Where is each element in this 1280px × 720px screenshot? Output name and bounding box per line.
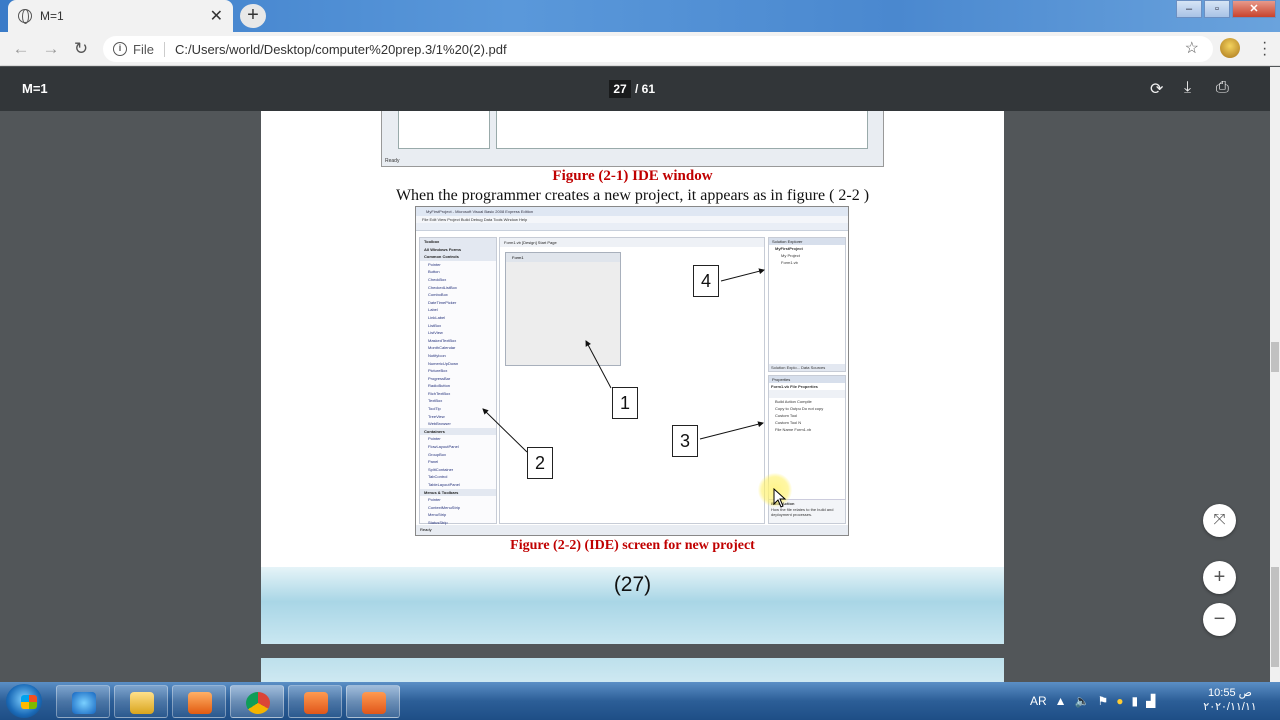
globe-icon [18, 9, 32, 24]
pdf-page: Ready Figure (2-1) IDE window When the p… [261, 111, 1004, 644]
back-icon[interactable]: ← [6, 39, 36, 59]
system-clock[interactable]: 10:55 ص ٢٠٢٠/١١/١١ [1200, 686, 1260, 714]
arrow-4 [720, 268, 765, 282]
reload-icon[interactable]: ↻ [66, 39, 96, 59]
address-url[interactable]: C:/Users/world/Desktop/computer%20prep.3… [175, 42, 507, 57]
arrow-2 [482, 408, 528, 453]
windows-logo-icon [21, 695, 37, 709]
tab-strip: M=1 ✕ + – ▫ ✕ [0, 0, 1280, 32]
callout-arrows [482, 268, 765, 453]
minimize-button[interactable]: – [1176, 0, 1202, 18]
tray-expand-icon[interactable]: ▲ [1055, 694, 1067, 708]
taskbar-screenshot-app[interactable] [288, 685, 342, 718]
pdf-viewer[interactable]: Ready Figure (2-1) IDE window When the p… [0, 111, 1270, 682]
page-total: / 61 [635, 82, 656, 96]
taskbar-media[interactable] [172, 685, 226, 718]
mouse-pointer-icon [773, 488, 787, 508]
callout-2: 2 [527, 447, 553, 479]
close-window-button[interactable]: ✕ [1232, 0, 1276, 18]
callout-4: 4 [693, 265, 719, 297]
pdf-toolbar: M=1 27 / 61 ⟳ ⤓ ⎙ [0, 67, 1270, 111]
browser-tab[interactable]: M=1 ✕ [8, 0, 233, 32]
download-icon[interactable]: ⤓ [1184, 79, 1191, 97]
profile-avatar[interactable] [1220, 38, 1240, 58]
print-icon[interactable]: ⎙ [1216, 79, 1229, 97]
arrow-1 [585, 340, 612, 389]
taskbar-recorder-app[interactable] [346, 685, 400, 718]
folder-icon [130, 692, 154, 714]
info-icon[interactable]: i [113, 42, 127, 56]
zoom-in-button[interactable]: + [1203, 561, 1236, 594]
address-bar[interactable]: i File C:/Users/world/Desktop/computer%2… [103, 36, 1213, 62]
bookmark-star-icon[interactable]: ☆ [1185, 38, 1199, 58]
fit-to-page-button[interactable]: ⤧ [1203, 504, 1236, 537]
page-scrollbar[interactable] [1270, 67, 1280, 682]
maximize-button[interactable]: ▫ [1204, 0, 1230, 18]
flag-icon[interactable]: ⚑ [1098, 694, 1109, 708]
start-button[interactable] [6, 684, 42, 718]
app-tray-icon[interactable]: ● [1116, 694, 1123, 708]
scrollbar-thumb[interactable] [1271, 342, 1279, 372]
callout-1: 1 [612, 387, 638, 419]
browser-toolbar: ← → ↻ i File C:/Users/world/Desktop/comp… [0, 32, 1280, 66]
figure-2-2-caption: Figure (2-2) (IDE) screen for new projec… [510, 538, 755, 553]
tab-title: M=1 [40, 9, 64, 23]
tab-close-icon[interactable]: ✕ [210, 6, 223, 26]
forward-icon[interactable]: → [36, 39, 66, 59]
taskbar-explorer[interactable] [114, 685, 168, 718]
language-indicator[interactable]: AR [1030, 694, 1047, 708]
arrow-3 [699, 421, 764, 440]
scrollbar-track-marker [1271, 567, 1279, 667]
signal-icon[interactable]: ▟ [1146, 694, 1155, 708]
page-number: (27) [613, 573, 652, 596]
pdf-title: M=1 [22, 81, 48, 96]
chrome-icon [246, 692, 270, 714]
network-icon[interactable]: ▮ [1132, 694, 1139, 708]
next-pdf-page [261, 658, 1004, 682]
taskbar-ie[interactable] [56, 685, 110, 718]
browser-menu-icon[interactable]: · · · [1262, 35, 1267, 63]
media-player-icon [188, 692, 212, 714]
page-number-input[interactable]: 27 [609, 80, 631, 98]
window-controls: – ▫ ✕ [1174, 0, 1276, 18]
callout-3: 3 [672, 425, 698, 457]
address-scheme: File [133, 41, 165, 57]
taskbar-chrome[interactable] [230, 685, 284, 718]
system-tray: AR ▲ 🔈 ⚑ ● ▮ ▟ [1030, 682, 1163, 720]
new-tab-button[interactable]: + [240, 4, 266, 28]
zoom-out-button[interactable]: − [1203, 603, 1236, 636]
clock-time: 10:55 ص [1208, 687, 1252, 699]
rotate-icon[interactable]: ⟳ [1150, 79, 1163, 99]
windows-taskbar: AR ▲ 🔈 ⚑ ● ▮ ▟ 10:55 ص ٢٠٢٠/١١/١١ [0, 682, 1280, 720]
internet-explorer-icon [72, 692, 96, 714]
volume-icon[interactable]: 🔈 [1075, 694, 1090, 708]
recorder-icon [362, 692, 386, 714]
camera-icon [304, 692, 328, 714]
clock-date: ٢٠٢٠/١١/١١ [1203, 701, 1257, 713]
